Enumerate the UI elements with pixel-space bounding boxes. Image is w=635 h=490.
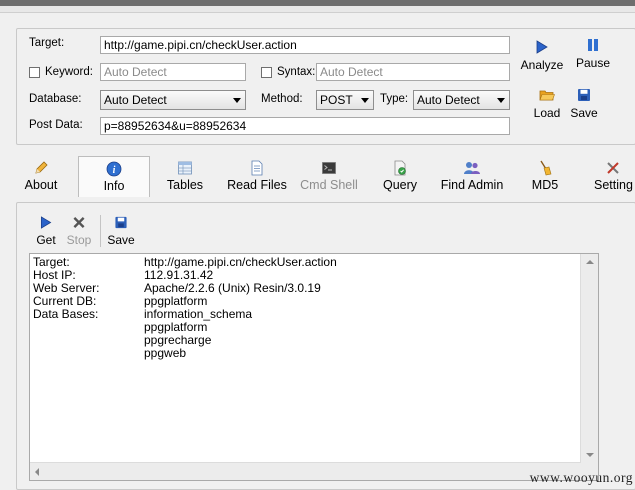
scroll-left-arrow-icon[interactable] (35, 468, 39, 476)
postdata-label: Post Data: (29, 119, 83, 131)
tab-setting-label: Setting (594, 178, 633, 192)
tab-md5-label: MD5 (531, 178, 559, 192)
save-output-button[interactable]: Save (105, 216, 137, 248)
analyze-button[interactable]: Analyze (517, 40, 567, 74)
keyword-checkbox[interactable] (29, 67, 40, 78)
floppy-disk-icon (578, 89, 590, 101)
syntax-checkbox[interactable] (261, 67, 272, 78)
database-select[interactable]: Auto Detect (100, 90, 246, 110)
tab-cmd-shell-label: Cmd Shell (300, 178, 358, 192)
tab-find-admin-label: Find Admin (440, 178, 504, 192)
get-button[interactable]: Get (33, 216, 59, 248)
horizontal-scrollbar[interactable] (30, 462, 581, 480)
toolbar-separator (100, 215, 101, 247)
load-button[interactable]: Load (529, 88, 565, 122)
method-select-value: POST (320, 93, 353, 107)
target-label: Target: (29, 37, 65, 49)
keyword-input[interactable]: Auto Detect (100, 63, 246, 81)
target-input[interactable]: http://game.pipi.cn/checkUser.action (100, 36, 510, 54)
tab-setting[interactable]: Setting (590, 156, 635, 196)
folder-open-icon (539, 90, 555, 101)
info-output-textarea[interactable]: Target: http://game.pipi.cn/checkUser.ac… (29, 253, 599, 481)
get-button-label: Get (36, 233, 56, 247)
tab-tables[interactable]: Tables (160, 156, 210, 196)
load-button-label: Load (533, 106, 561, 120)
output-key-data-bases: Data Bases: (33, 307, 99, 321)
type-label: Type: (380, 93, 409, 105)
window-titlebar-strip (0, 6, 635, 13)
tab-find-admin[interactable]: Find Admin (436, 156, 508, 196)
pause-button-label: Pause (575, 56, 611, 70)
chevron-down-icon (233, 98, 241, 103)
output-value-database-4: ppgweb (144, 346, 187, 360)
tools-icon (606, 162, 619, 174)
method-select[interactable]: POST (316, 90, 374, 110)
watermark: www.wooyun.org (529, 470, 633, 485)
table-icon (178, 161, 192, 175)
tab-cmd-shell[interactable]: Cmd Shell (297, 156, 361, 196)
play-icon (40, 216, 52, 229)
query-icon (394, 160, 406, 176)
terminal-icon (322, 162, 336, 174)
info-icon: i (106, 161, 122, 177)
type-select-value: Auto Detect (417, 93, 480, 107)
tab-about[interactable]: About (17, 156, 65, 196)
scroll-up-arrow-icon[interactable] (586, 260, 594, 264)
tab-query[interactable]: Query (376, 156, 424, 196)
method-label: Method: (261, 93, 303, 105)
tab-read-files[interactable]: Read Files (222, 156, 292, 196)
analyze-button-label: Analyze (520, 58, 564, 72)
tab-query-label: Query (382, 178, 418, 192)
play-icon (536, 40, 548, 54)
broom-icon (540, 160, 552, 176)
scroll-down-arrow-icon[interactable] (586, 453, 594, 457)
postdata-input[interactable]: p=88952634&u=88952634 (100, 117, 510, 135)
save-config-button-label: Save (570, 106, 598, 120)
save-config-button[interactable]: Save (567, 88, 601, 122)
users-icon (464, 162, 480, 174)
floppy-disk-icon (115, 216, 127, 229)
stop-x-icon (73, 217, 85, 228)
tab-read-files-label: Read Files (227, 178, 287, 192)
database-label: Database: (29, 93, 82, 105)
pause-icon (588, 39, 598, 51)
tab-about-label: About (24, 178, 58, 192)
document-icon (251, 160, 263, 176)
pencil-icon (35, 161, 48, 174)
tab-info-label: Info (103, 179, 125, 193)
save-output-button-label: Save (107, 233, 135, 247)
stop-button[interactable]: Stop (63, 216, 95, 248)
keyword-label: Keyword: (45, 66, 93, 78)
syntax-label: Syntax: (277, 66, 316, 78)
svg-text:i: i (113, 165, 116, 176)
stop-button-label: Stop (66, 233, 92, 247)
chevron-down-icon (497, 98, 505, 103)
type-select[interactable]: Auto Detect (413, 90, 510, 110)
database-select-value: Auto Detect (104, 93, 167, 107)
syntax-input[interactable]: Auto Detect (316, 63, 510, 81)
pause-button[interactable]: Pause (572, 38, 614, 72)
chevron-down-icon (361, 98, 369, 103)
tab-tables-label: Tables (166, 178, 204, 192)
vertical-scrollbar[interactable] (580, 254, 598, 463)
tab-md5[interactable]: MD5 (522, 156, 568, 196)
tab-info[interactable]: i Info (78, 156, 150, 197)
